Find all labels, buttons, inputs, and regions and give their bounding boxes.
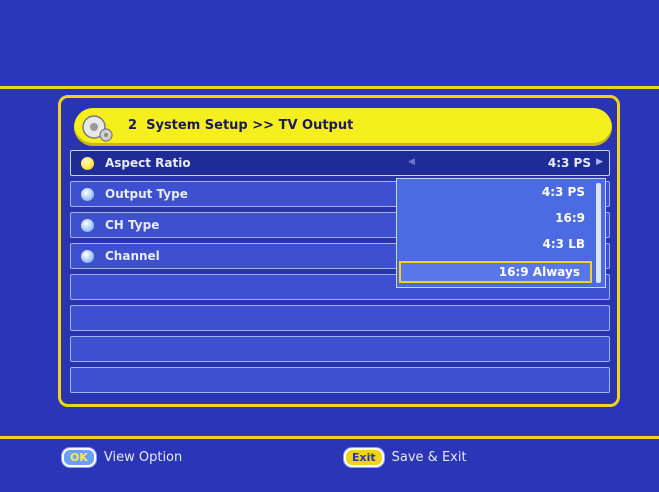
- exit-key-icon: Exit: [344, 448, 384, 467]
- yellow-dot-icon: [81, 157, 94, 170]
- footer-save-exit[interactable]: Exit Save & Exit: [344, 448, 467, 467]
- footer-view-option[interactable]: OK View Option: [62, 448, 182, 467]
- dropdown-option[interactable]: 16:9: [555, 211, 585, 225]
- bottom-divider: [0, 436, 659, 439]
- setting-value: 4:3 PS: [547, 156, 591, 170]
- title-bar: 2 System Setup >> TV Output: [74, 108, 612, 146]
- empty-row: [70, 367, 610, 393]
- aspect-ratio-dropdown[interactable]: 4:3 PS 16:9 4:3 LB 16:9 Always: [396, 178, 606, 288]
- footer-label: Save & Exit: [391, 450, 467, 465]
- dropdown-scrollbar[interactable]: [596, 183, 601, 283]
- dropdown-option[interactable]: 4:3 LB: [543, 237, 585, 251]
- setting-label: CH Type: [105, 218, 160, 232]
- left-arrow-icon[interactable]: ◀: [408, 157, 415, 167]
- blue-dot-icon: [81, 219, 94, 232]
- page-title: 2 System Setup >> TV Output: [128, 118, 354, 133]
- setting-label: Aspect Ratio: [105, 156, 191, 170]
- empty-row: [70, 305, 610, 331]
- right-arrow-icon[interactable]: ▶: [596, 157, 603, 167]
- setting-row-aspect-ratio[interactable]: Aspect Ratio ◀ 4:3 PS ▶: [70, 150, 610, 176]
- footer-label: View Option: [103, 450, 183, 465]
- gears-icon: [82, 115, 113, 142]
- empty-row: [70, 336, 610, 362]
- setting-label: Channel: [105, 249, 160, 263]
- top-divider: [0, 86, 659, 89]
- dropdown-option[interactable]: 4:3 PS: [542, 185, 585, 199]
- blue-dot-icon: [81, 188, 94, 201]
- ok-key-icon: OK: [62, 448, 96, 467]
- setting-label: Output Type: [105, 187, 188, 201]
- dropdown-option-highlighted[interactable]: 16:9 Always: [399, 261, 592, 283]
- blue-dot-icon: [81, 250, 94, 263]
- top-band: [0, 0, 659, 86]
